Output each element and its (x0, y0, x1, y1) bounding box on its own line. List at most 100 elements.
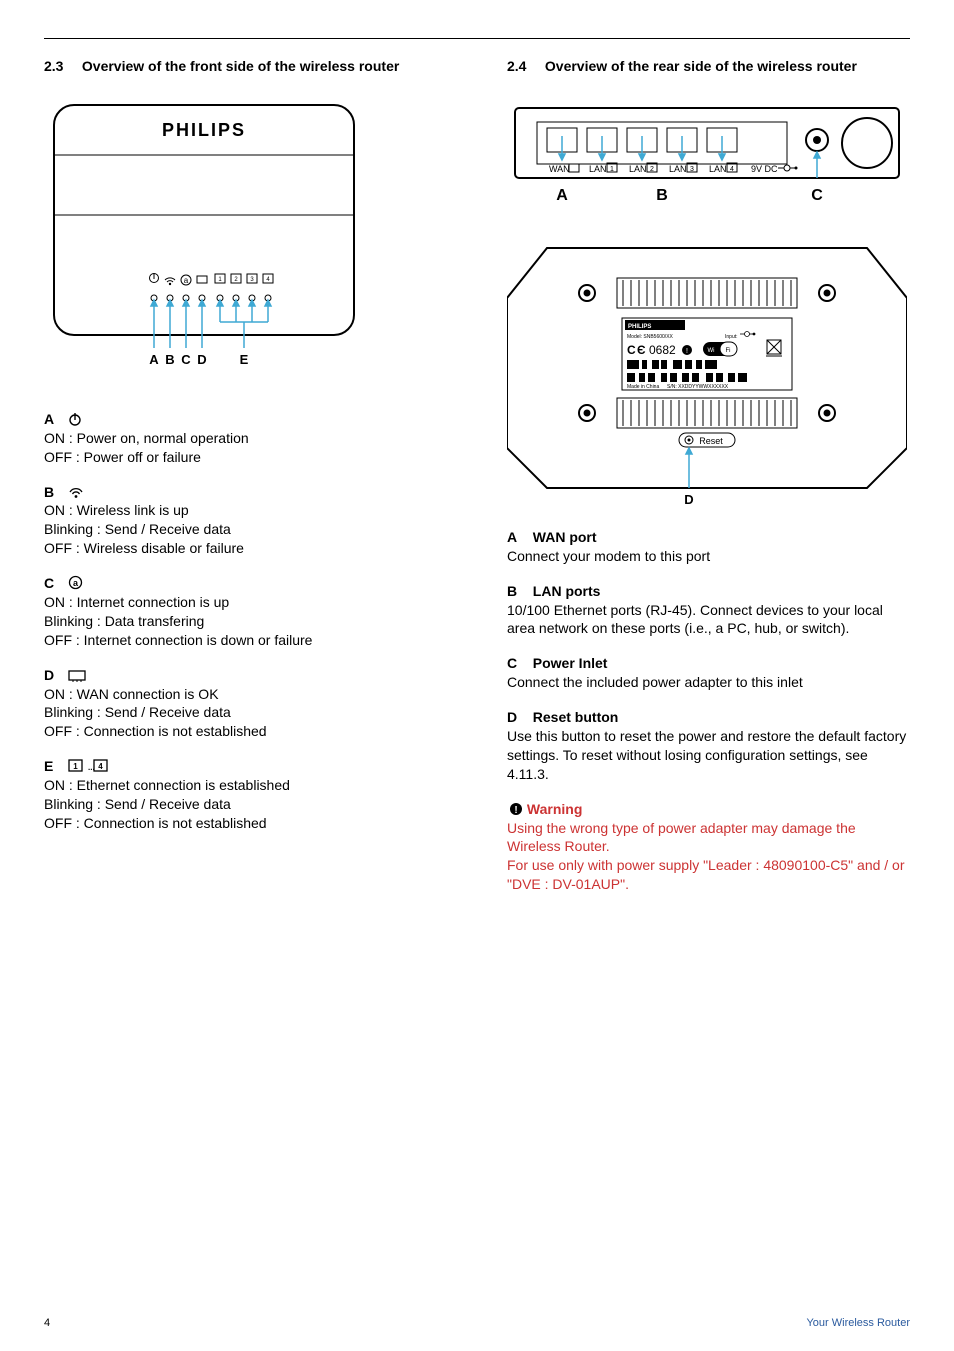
svg-text:a: a (73, 578, 79, 588)
item-line: OFF : Connection is not established (44, 722, 447, 741)
item-letter: B (44, 483, 62, 502)
item-line: OFF : Power off or failure (44, 448, 447, 467)
front-panel-figure: PHILIPS a 1 2 3 (44, 100, 447, 390)
item-line: Blinking : Send / Receive data (44, 703, 447, 722)
item-line: ON : Internet connection is up (44, 593, 447, 612)
item-line: OFF : Connection is not established (44, 814, 447, 833)
section-number: 2.3 (44, 57, 78, 76)
rear-item-C: C Power Inlet Connect the included power… (507, 654, 910, 692)
item-title: Reset button (533, 709, 619, 725)
svg-text:LAN: LAN (629, 164, 647, 174)
page-number: 4 (44, 1316, 50, 1331)
item-letter: C (507, 654, 525, 673)
warning-text: For use only with power supply "Leader :… (507, 856, 910, 894)
svg-text:9V DC: 9V DC (751, 164, 778, 174)
section-number: 2.4 (507, 57, 541, 76)
svg-text:3: 3 (250, 277, 254, 283)
svg-text:A: A (149, 352, 159, 367)
front-item-D: D ON : WAN connection is OK Blinking : S… (44, 666, 447, 742)
front-item-B: B ON : Wireless link is up Blinking : Se… (44, 483, 447, 559)
warning-title: Warning (527, 801, 582, 817)
front-item-E: E 1 ... 4 ON : Ethernet connection is es… (44, 757, 447, 833)
svg-text:C: C (811, 187, 823, 204)
svg-text:Made in China: Made in China (627, 384, 659, 390)
item-letter: A (44, 410, 62, 429)
svg-text:B: B (165, 352, 174, 367)
item-letter: D (44, 666, 62, 685)
item-line: OFF : Internet connection is down or fai… (44, 631, 447, 650)
svg-text:Reset: Reset (699, 436, 723, 446)
item-letter: E (44, 757, 62, 776)
svg-text:LAN: LAN (709, 164, 727, 174)
section-heading-2-4: 2.4 Overview of the rear side of the wir… (507, 57, 910, 76)
rear-item-D: D Reset button Use this button to reset … (507, 708, 910, 784)
svg-text:!: ! (686, 348, 688, 355)
svg-text:3: 3 (690, 166, 694, 173)
svg-text:C: C (181, 352, 191, 367)
item-line: ON : Wireless link is up (44, 501, 447, 520)
item-line: Blinking : Data transfering (44, 612, 447, 631)
wifi-icon (68, 485, 84, 499)
svg-text:D: D (684, 492, 693, 507)
item-letter: C (44, 574, 62, 593)
svg-text:0682: 0682 (649, 343, 676, 357)
svg-text:C: C (627, 343, 636, 357)
svg-text:4: 4 (266, 277, 270, 283)
item-title: Power Inlet (533, 655, 608, 671)
svg-text:Fi: Fi (726, 348, 731, 354)
item-line: ON : Power on, normal operation (44, 429, 447, 448)
svg-text:E: E (240, 352, 249, 367)
svg-text:Wi: Wi (708, 348, 715, 354)
svg-text:B: B (656, 187, 668, 204)
item-text: Connect your modem to this port (507, 547, 910, 566)
power-icon (68, 412, 82, 426)
warning-icon: ! (509, 802, 523, 816)
warning-block: ! Warning Using the wrong type of power … (507, 800, 910, 894)
svg-text:S/N: XXDDYYWWXXXXXX: S/N: XXDDYYWWXXXXXX (667, 384, 729, 390)
rear-item-A: A WAN port Connect your modem to this po… (507, 528, 910, 566)
item-letter: D (507, 708, 525, 727)
svg-text:1: 1 (73, 762, 78, 771)
svg-text:Є: Є (637, 343, 646, 357)
item-line: ON : Ethernet connection is established (44, 776, 447, 795)
warning-text: Using the wrong type of power adapter ma… (507, 819, 910, 857)
svg-text:4: 4 (730, 166, 734, 173)
rear-label-figure: PHILIPS Model: SNB5600/XX Input: C Є 068… (507, 238, 910, 508)
rear-item-B: B LAN ports 10/100 Ethernet ports (RJ-45… (507, 582, 910, 639)
wan-icon (68, 670, 86, 682)
rear-ports-figure: WAN LAN1 LAN2 LAN3 LAN4 9V DC (507, 100, 910, 218)
front-item-C: C a ON : Internet connection is up Blink… (44, 574, 447, 650)
svg-text:LAN: LAN (669, 164, 687, 174)
at-icon: a (68, 575, 83, 590)
section-title: Overview of the rear side of the wireles… (545, 58, 857, 74)
item-text: 10/100 Ethernet ports (RJ-45). Connect d… (507, 601, 910, 639)
item-title: WAN port (533, 529, 597, 545)
svg-text:Input:: Input: (725, 334, 738, 340)
item-text: Use this button to reset the power and r… (507, 727, 910, 784)
svg-text:2: 2 (234, 277, 238, 283)
section-heading-2-3: 2.3 Overview of the front side of the wi… (44, 57, 447, 76)
item-letter: B (507, 582, 525, 601)
item-line: Blinking : Send / Receive data (44, 520, 447, 539)
item-letter: A (507, 528, 525, 547)
item-text: Connect the included power adapter to th… (507, 673, 910, 692)
svg-text:WAN: WAN (549, 164, 570, 174)
philips-logo: PHILIPS (162, 120, 246, 140)
svg-text:2: 2 (650, 166, 654, 173)
chapter-footer: Your Wireless Router (806, 1316, 910, 1331)
svg-text:1: 1 (610, 166, 614, 173)
svg-text:a: a (184, 276, 189, 285)
svg-text:A: A (556, 187, 568, 204)
item-title: LAN ports (533, 583, 601, 599)
lan-1-4-icon: 1 ... 4 (68, 759, 108, 773)
svg-text:D: D (197, 352, 206, 367)
item-line: ON : WAN connection is OK (44, 685, 447, 704)
svg-text:Model: SNB5600/XX: Model: SNB5600/XX (627, 334, 674, 340)
section-title: Overview of the front side of the wirele… (82, 58, 399, 74)
item-line: Blinking : Send / Receive data (44, 795, 447, 814)
svg-text:PHILIPS: PHILIPS (628, 324, 651, 330)
item-line: OFF : Wireless disable or failure (44, 539, 447, 558)
svg-text:LAN: LAN (589, 164, 607, 174)
svg-text:!: ! (514, 805, 517, 816)
svg-text:1: 1 (218, 277, 222, 283)
